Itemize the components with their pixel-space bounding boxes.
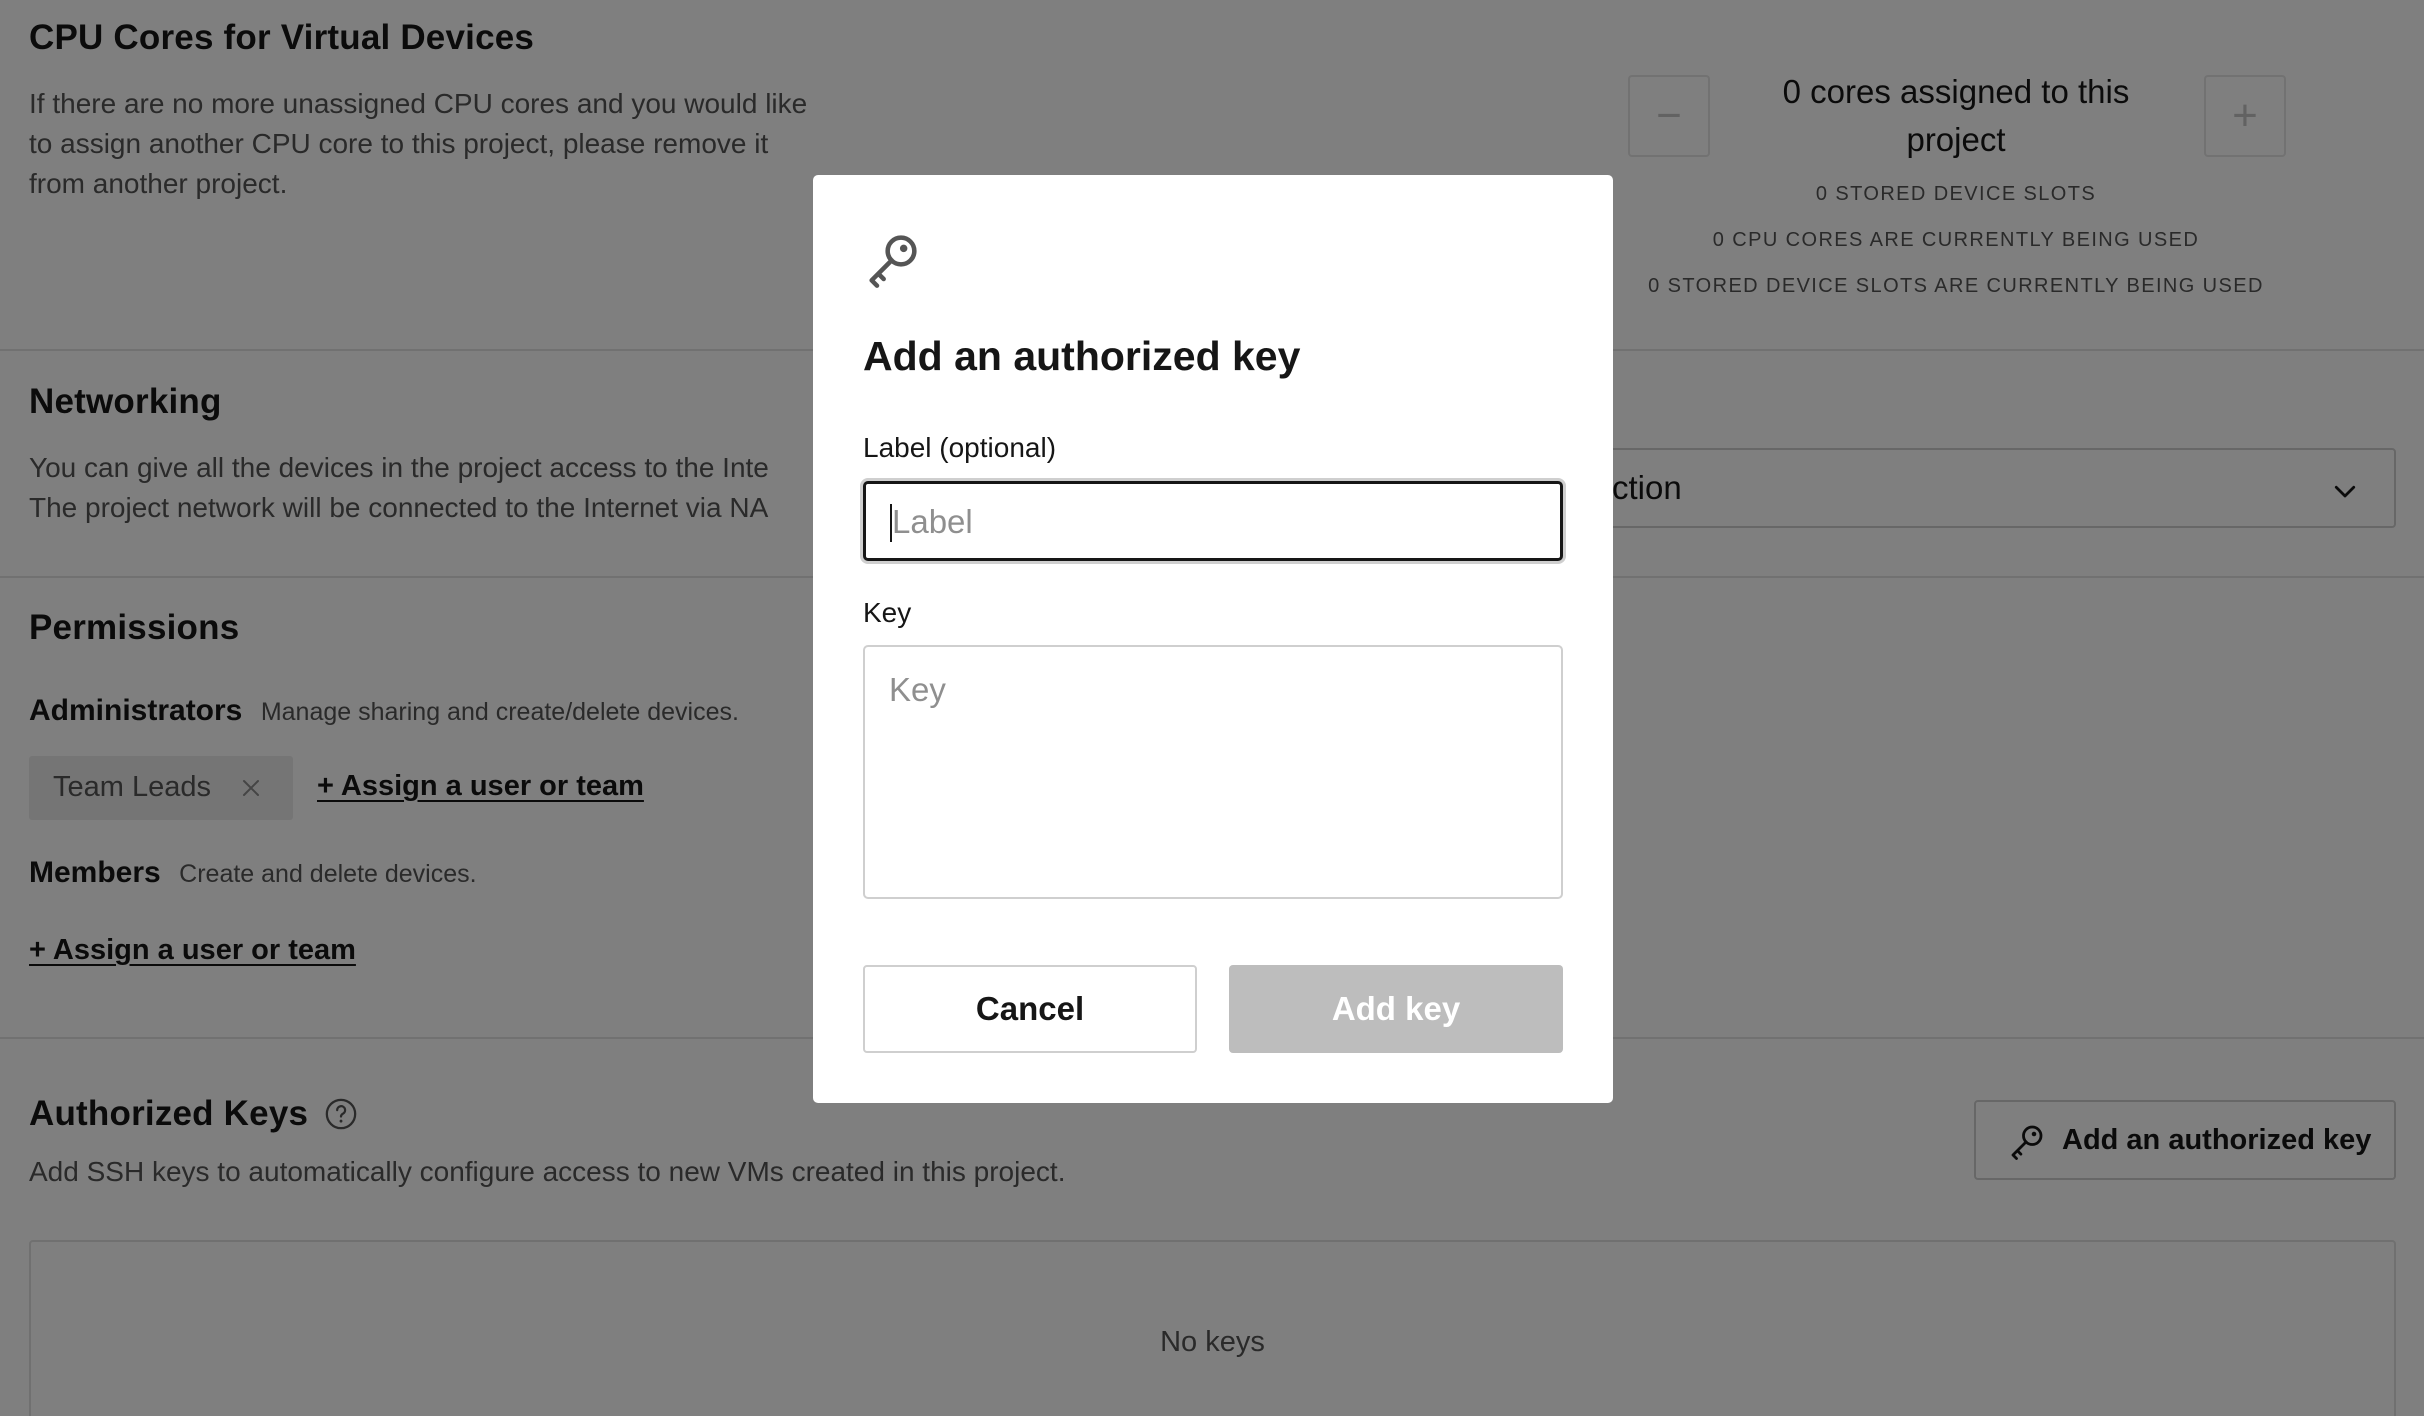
label-input-placeholder: Label bbox=[892, 503, 973, 540]
key-textarea[interactable]: Key bbox=[863, 645, 1563, 899]
add-key-button[interactable]: Add key bbox=[1229, 965, 1563, 1053]
key-field-label: Key bbox=[863, 597, 912, 628]
dialog-title: Add an authorized key bbox=[863, 333, 1301, 379]
label-input[interactable]: Label bbox=[863, 481, 1563, 561]
key-icon bbox=[869, 235, 917, 288]
text-caret bbox=[890, 504, 892, 542]
add-authorized-key-dialog: Add an authorized key Label (optional) L… bbox=[813, 175, 1613, 1103]
key-textarea-placeholder: Key bbox=[889, 671, 946, 708]
cancel-button[interactable]: Cancel bbox=[863, 965, 1197, 1053]
label-field-label: Label (optional) bbox=[863, 432, 1057, 463]
